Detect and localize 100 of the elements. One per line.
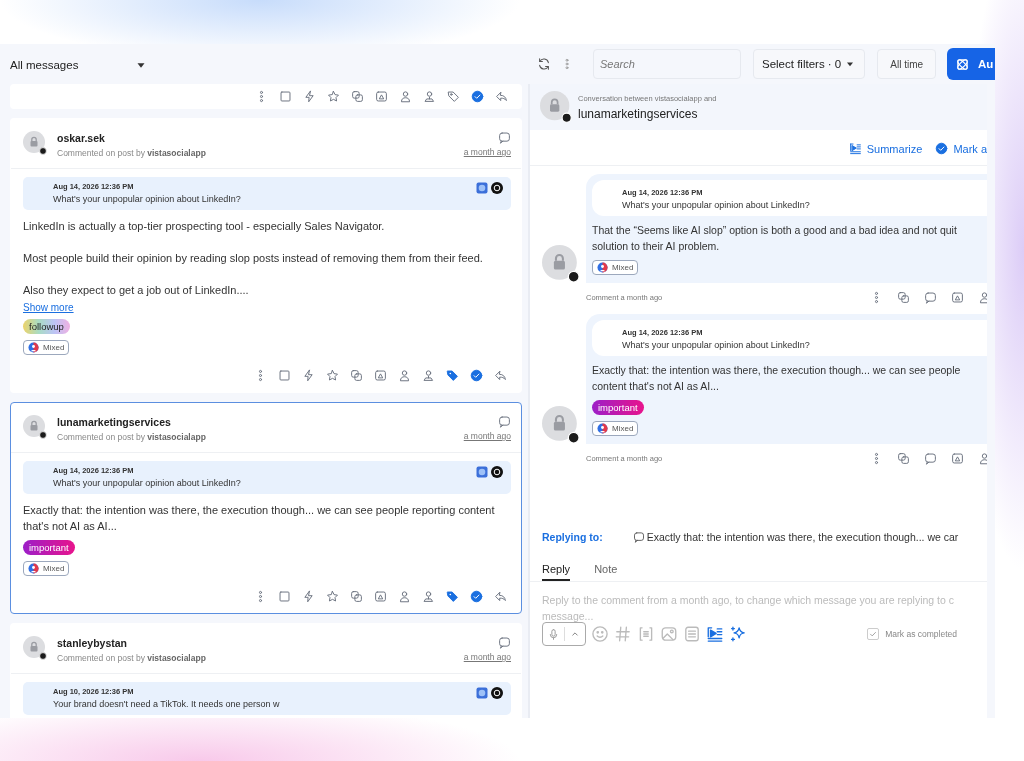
timestamp-link[interactable]: a month ago — [463, 652, 511, 662]
tag-label[interactable]: important — [23, 540, 75, 555]
lock-avatar-icon — [542, 406, 580, 444]
circle-logo-icon — [491, 466, 503, 478]
lock-avatar-icon — [542, 245, 580, 283]
atom-icon — [955, 56, 971, 72]
tag-icon[interactable] — [446, 590, 459, 603]
tag-label[interactable]: important — [592, 400, 644, 415]
mixed-face-icon — [28, 342, 39, 353]
copy-icon[interactable] — [897, 452, 910, 465]
comment-text: LinkedIn is actually a top-tier prospecting tool - especially Sales Navigator. — [23, 219, 386, 234]
star-icon[interactable] — [327, 90, 340, 103]
author-name: oskar.sek — [57, 132, 106, 144]
timestamp-link[interactable]: a month ago — [463, 147, 511, 157]
mark-completed-checkbox[interactable]: Mark as completed — [867, 628, 957, 640]
search-field[interactable]: Search — [593, 49, 741, 79]
hashtag-icon[interactable] — [614, 625, 632, 643]
comment-text: Exactly that: the intention was there, the execution though... we can see people content that's not AI as AI... — [592, 363, 962, 394]
reply-icon[interactable] — [495, 90, 508, 103]
copy-icon[interactable] — [897, 291, 910, 304]
square-icon[interactable] — [279, 90, 292, 103]
tick-icon — [868, 629, 879, 639]
reply-icon[interactable] — [494, 590, 507, 603]
comment-icon[interactable] — [924, 452, 937, 465]
post-title: What's your unpopular opinion about LinkedIn? — [53, 194, 242, 204]
person-pin-icon[interactable] — [423, 90, 436, 103]
replying-text: Exactly that: the intention was there, the execution though... we car — [646, 531, 959, 543]
comment-icon — [498, 636, 511, 649]
show-more-link[interactable]: Show more — [23, 302, 511, 313]
checkbox[interactable] — [867, 628, 880, 640]
image-box-icon[interactable] — [374, 590, 387, 603]
message-card[interactable] — [10, 118, 522, 393]
message-card[interactable] — [10, 402, 522, 614]
post-origin-text: Commented on post by vistasocialapp — [57, 432, 207, 442]
check-circle-icon[interactable] — [471, 90, 484, 103]
image-box-icon[interactable] — [375, 90, 388, 103]
tag-icon[interactable] — [447, 90, 460, 103]
person-icon[interactable] — [398, 590, 411, 603]
view-dropdown[interactable]: All messages — [10, 58, 149, 72]
time-range-button[interactable]: All time — [877, 49, 937, 79]
sentiment-label: Mixed — [612, 263, 634, 272]
tag-label[interactable]: followup — [23, 319, 70, 334]
copy-icon[interactable] — [350, 369, 363, 382]
bolt-icon[interactable] — [303, 90, 316, 103]
square-icon[interactable] — [278, 369, 291, 382]
timestamp-link[interactable]: a month ago — [463, 431, 511, 441]
circle-logo-icon — [491, 687, 503, 699]
person-pin-icon[interactable] — [422, 590, 435, 603]
post-thumbnail-icon — [476, 182, 488, 194]
square-icon[interactable] — [278, 590, 291, 603]
reply-icon[interactable] — [494, 369, 507, 382]
image-box-icon[interactable] — [374, 369, 387, 382]
star-icon[interactable] — [326, 369, 339, 382]
post-title: What's your unpopular opinion about LinkedIn? — [622, 200, 811, 210]
refresh-icon[interactable] — [537, 57, 551, 71]
person-icon[interactable] — [399, 90, 412, 103]
sparkle-icon[interactable] — [729, 625, 747, 643]
composer-tab[interactable]: Note — [594, 563, 618, 581]
image-box-icon[interactable] — [951, 452, 964, 465]
template-icon[interactable] — [637, 625, 655, 643]
summarize-icon — [848, 142, 862, 155]
image-box-icon[interactable] — [951, 291, 964, 304]
check-circle-icon — [935, 142, 949, 155]
lock-avatar-icon — [23, 636, 47, 660]
summarize-icon[interactable] — [706, 625, 724, 643]
voice-button[interactable] — [542, 622, 586, 646]
lock-avatar-icon — [23, 415, 47, 439]
mic-icon — [547, 627, 560, 641]
lock-avatar-icon — [23, 131, 47, 155]
bolt-icon[interactable] — [302, 369, 315, 382]
comment-icon — [498, 131, 511, 144]
comment-text: Exactly that: the intention was there, the execution though... we can see people reporting content that's not AI as AI... — [23, 503, 496, 534]
image-icon[interactable] — [660, 625, 678, 643]
filters-dropdown[interactable]: Select filters · 0 — [753, 49, 866, 79]
summarize-button[interactable]: Summarize — [848, 142, 923, 155]
comment-icon — [632, 531, 645, 543]
tag-icon[interactable] — [446, 369, 459, 382]
comment-text: Most people build their opinion by reading slop posts instead of removing them from their feed. — [23, 251, 484, 266]
comment-icon — [498, 415, 511, 428]
comment-text: Also they expect to get a job out of LinkedIn.... — [23, 283, 250, 298]
check-circle-icon[interactable] — [470, 590, 483, 603]
person-icon[interactable] — [398, 369, 411, 382]
bolt-icon[interactable] — [302, 590, 315, 603]
star-icon[interactable] — [326, 590, 339, 603]
post-thumbnail-icon — [476, 687, 488, 699]
sentiment-label: Mixed — [612, 424, 634, 433]
comment-icon[interactable] — [924, 291, 937, 304]
copy-icon[interactable] — [351, 90, 364, 103]
replying-label: Replying to: — [542, 531, 603, 543]
author-name: lunamarketingservices — [57, 416, 172, 428]
emoji-icon[interactable] — [591, 625, 609, 643]
list-icon[interactable] — [683, 625, 701, 643]
mixed-face-icon — [28, 563, 39, 574]
composer-tab[interactable]: Reply — [542, 563, 571, 581]
circle-logo-icon — [491, 182, 503, 194]
mark-button[interactable]: Mark a — [935, 142, 987, 155]
auto-button[interactable]: Au — [947, 48, 995, 80]
person-pin-icon[interactable] — [422, 369, 435, 382]
copy-icon[interactable] — [350, 590, 363, 603]
check-circle-icon[interactable] — [470, 369, 483, 382]
